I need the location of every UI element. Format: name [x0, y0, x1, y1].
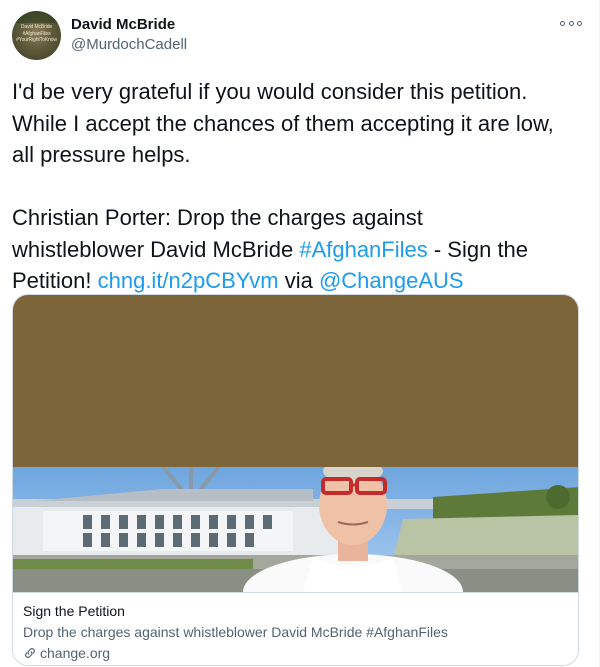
card-description: Drop the charges against whistleblower D…: [23, 624, 448, 640]
tweet-line-1: I'd be very grateful if you would consid…: [12, 79, 528, 104]
mention-link[interactable]: @ChangeAUS: [319, 268, 464, 293]
tweet-line-5: whistleblower David McBride #AfghanFiles…: [12, 234, 590, 266]
more-horizontal-icon-dot: [577, 20, 582, 26]
hashtag-link[interactable]: #AfghanFiles: [299, 237, 427, 262]
tweet-text-segment: - Sign the: [427, 236, 529, 262]
tweet-line-2: While I accept the chances of them accep…: [12, 110, 554, 136]
card-info[interactable]: Sign the Petition Drop the charges again…: [13, 592, 578, 665]
tweet-line-3: all pressure helps.: [12, 142, 191, 167]
author-name[interactable]: David McBride: [71, 16, 175, 34]
tweet-text-segment: whistleblower David McBride: [12, 236, 300, 262]
tweet-text: I'd be very grateful if you would consid…: [12, 76, 590, 297]
link-preview-card[interactable]: Sign the Petition Drop the charges again…: [12, 294, 579, 666]
tweet-line-4: Christian Porter: Drop the charges again…: [12, 205, 423, 230]
card-photo: [13, 467, 578, 592]
link-icon: [25, 648, 35, 658]
card-domain-text: change.org: [40, 645, 111, 661]
author-handle[interactable]: @MurdochCadell: [71, 36, 187, 54]
more-horizontal-icon-dot: [560, 20, 565, 26]
tweet-text-segment: via: [278, 268, 319, 293]
avatar-background: [12, 11, 61, 23]
avatar-text: David McBride #AfghanFiles #YourRightToK…: [12, 24, 61, 44]
tweet-line-6: Petition! chng.it/n2pCBYvm via @ChangeAU…: [12, 265, 590, 297]
more-options-button[interactable]: [560, 14, 582, 32]
card-image[interactable]: [13, 295, 578, 592]
avatar-line-3: #YourRightToKnow: [16, 37, 57, 43]
tweet[interactable]: David McBride #AfghanFiles #YourRightToK…: [0, 0, 600, 667]
tweet-text-segment: Petition!: [12, 268, 98, 293]
avatar[interactable]: David McBride #AfghanFiles #YourRightToK…: [12, 11, 61, 60]
short-link[interactable]: chng.it/n2pCBYvm: [98, 268, 279, 293]
card-title: Sign the Petition: [23, 603, 125, 619]
card-domain: change.org: [23, 644, 110, 662]
more-horizontal-icon-dot: [568, 20, 574, 26]
